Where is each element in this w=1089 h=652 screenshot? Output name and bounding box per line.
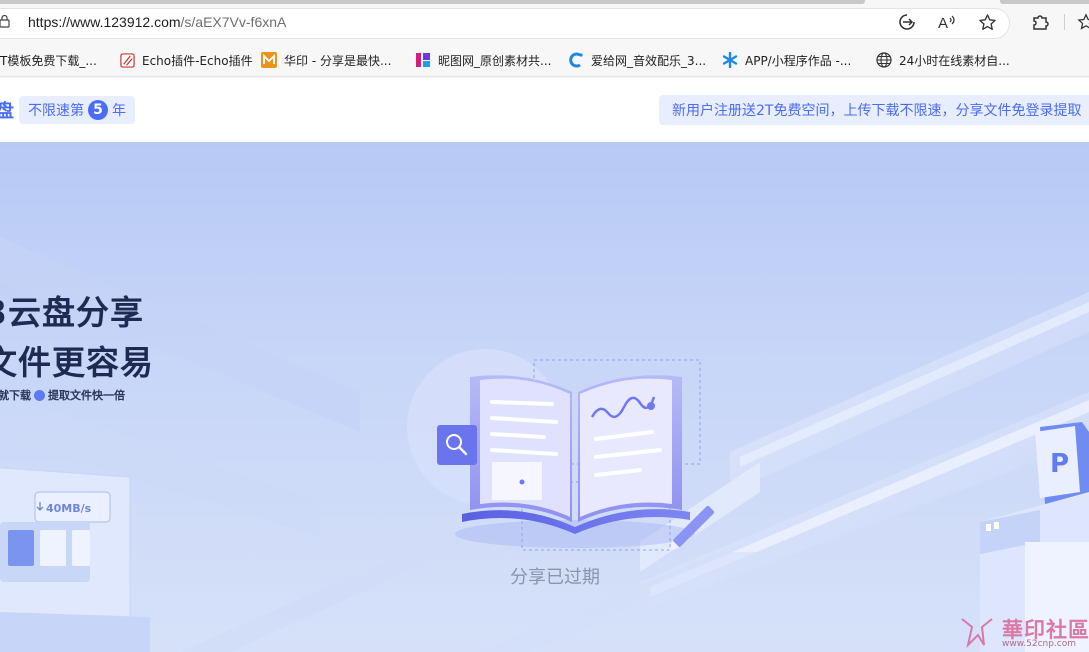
speed-label: 40MB/s (46, 502, 92, 515)
promo-banner[interactable]: 新用户注册送2T免费空间，上传下载不限速，分享文件免登录提取 (659, 95, 1089, 125)
svg-text:P: P (1050, 449, 1069, 479)
refresh-icon[interactable] (897, 12, 917, 32)
watermark-url: www.52cnp.com (1002, 639, 1077, 649)
bookmark-label: T模板免费下载_... (0, 53, 97, 68)
url-text[interactable]: https://www.123912.com/s/aEX7Vv-f6xnA (28, 14, 286, 30)
extensions-icon[interactable] (1030, 12, 1050, 32)
bookmark-nipic[interactable]: 昵图网_原创素材共... (415, 51, 551, 69)
app-works-icon (722, 52, 738, 68)
bookmark-huayin[interactable]: 华印 - 分享是最快... (261, 51, 391, 69)
bookmark-label: Echo插件-Echo插件 (142, 53, 253, 68)
tab-strip-edge (0, 0, 865, 4)
echo-icon (119, 52, 135, 68)
left-device-illustration (0, 467, 150, 652)
read-aloud-icon[interactable]: A (937, 12, 957, 32)
url-path: /s/aEX7Vv-f6xnA (180, 14, 287, 30)
favorite-star-icon[interactable] (977, 12, 997, 32)
bookmarks-bar: T模板免费下载_... Echo插件-Echo插件 华印 - 分享是最快... … (0, 42, 1089, 77)
huayin-icon (261, 52, 277, 68)
share-expired-status: 分享已过期 (510, 567, 600, 588)
bookmark-app-works[interactable]: APP/小程序作品 -... (722, 51, 851, 69)
bookmark-echo[interactable]: Echo插件-Echo插件 (119, 51, 253, 69)
bookmark-template[interactable]: T模板免费下载_... (0, 51, 97, 69)
hero-section: 40MB/s P 云盘分享 文件更容易 就下载 提取文件快一倍 分享已过期 華印… (0, 142, 1089, 652)
badge-suffix: 年 (112, 103, 126, 119)
toolbar-separator (1064, 14, 1065, 30)
hero-slogan-line2: 文件更容易 (0, 343, 154, 382)
hero-subtitle: 就下载 提取文件快一倍 (0, 387, 125, 403)
browser-address-bar: https://www.123912.com/s/aEX7Vv-f6xnA A (0, 0, 1089, 42)
url-host: https://www.123912.com (28, 14, 181, 30)
bookmark-label: APP/小程序作品 -... (745, 53, 852, 68)
hero-slogan-line1: 3云盘分享 (0, 293, 144, 332)
aigei-icon (568, 52, 584, 68)
bookmark-24h[interactable]: 24小时在线素材自... (876, 51, 1010, 69)
promo-text: 新用户注册送2T免费空间，上传下载不限速，分享文件免登录提取 (672, 103, 1082, 119)
favorites-icon[interactable] (1076, 12, 1089, 32)
lock-icon[interactable] (0, 15, 10, 28)
badge-prefix: 不限速第 (28, 103, 84, 119)
badge-number: 5 (88, 100, 108, 120)
tab-strip-edge-right (1000, 0, 1089, 4)
subtitle-part2: 提取文件快一倍 (48, 389, 125, 402)
bookmark-label: 华印 - 分享是最快... (284, 53, 392, 68)
bullet-dot-icon (34, 389, 45, 401)
globe-icon (876, 52, 892, 68)
svg-text:A: A (938, 15, 948, 31)
years-badge: 不限速第 5 年 (19, 96, 135, 124)
bookmark-aigei[interactable]: 爱给网_音效配乐_3... (568, 51, 706, 69)
site-logo[interactable]: 盘 (0, 97, 14, 123)
nipic-icon (415, 52, 431, 68)
subtitle-part1: 就下载 (0, 389, 31, 402)
bookmark-label: 昵图网_原创素材共... (438, 53, 552, 68)
bookmark-label: 24小时在线素材自... (899, 53, 1010, 68)
bookmark-label: 爱给网_音效配乐_3... (591, 53, 707, 68)
